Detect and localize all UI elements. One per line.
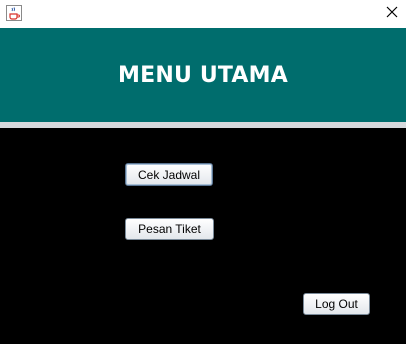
- close-icon: [386, 3, 398, 22]
- log-out-button[interactable]: Log Out: [303, 293, 370, 315]
- header-banner: MENU UTAMA: [0, 28, 406, 122]
- menu-panel: Cek Jadwal Pesan Tiket Log Out: [0, 128, 406, 344]
- title-bar: [0, 0, 406, 27]
- page-title: MENU UTAMA: [118, 62, 288, 88]
- java-cup-icon: [6, 5, 22, 21]
- close-button[interactable]: [378, 0, 406, 25]
- pesan-tiket-button[interactable]: Pesan Tiket: [125, 218, 214, 240]
- app-window: MENU UTAMA Cek Jadwal Pesan Tiket Log Ou…: [0, 0, 406, 344]
- cek-jadwal-button[interactable]: Cek Jadwal: [125, 163, 213, 186]
